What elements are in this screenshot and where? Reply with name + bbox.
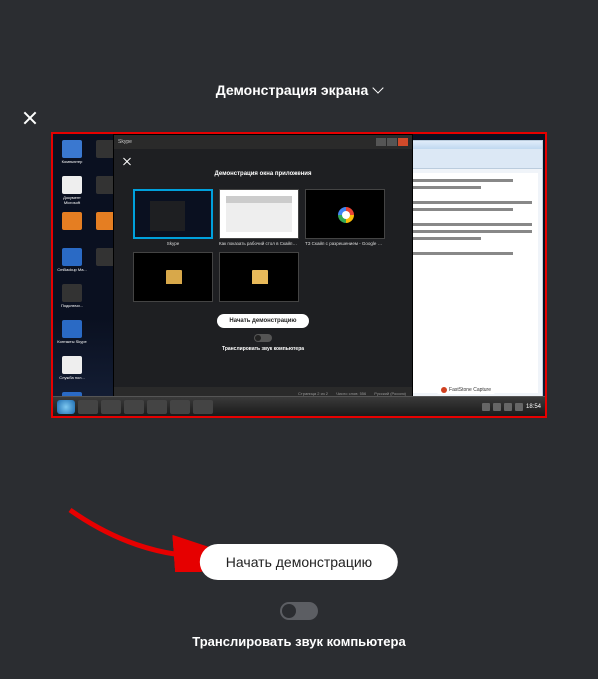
maximize-icon <box>387 138 397 146</box>
window-thumbnail: Как показать рабочий стол в Скайпе… <box>219 189 299 246</box>
taskbar-item <box>124 400 144 414</box>
window-thumbnail <box>219 252 299 304</box>
word-titlebar <box>394 141 542 149</box>
word-ribbon <box>394 149 542 169</box>
inner-audio-label: Транслировать звук компьютера <box>114 346 412 352</box>
window-thumbnail-grid: Skype Как показать рабочий стол в Скайпе… <box>133 189 393 304</box>
window-buttons <box>376 138 408 146</box>
audio-toggle-label: Транслировать звук компьютера <box>0 634 598 649</box>
tray-icon <box>482 403 490 411</box>
desktop-icon: Служба пол... <box>57 356 87 386</box>
close-window-icon <box>398 138 408 146</box>
capture-dot-icon <box>441 387 447 393</box>
desktop-icon: Компьютер <box>57 140 87 170</box>
skype-titlebar: Skype <box>114 135 412 149</box>
dialog-title: Демонстрация экрана <box>216 82 369 98</box>
taskbar-item <box>193 400 213 414</box>
taskbar-item <box>147 400 167 414</box>
close-icon[interactable] <box>22 110 38 126</box>
word-document-body <box>398 173 538 393</box>
taskbar-item <box>78 400 98 414</box>
dialog-title-row[interactable]: Демонстрация экрана <box>0 82 598 98</box>
skype-app-title: Skype <box>118 139 132 145</box>
taskbar-item <box>170 400 190 414</box>
desktop-icons-column-1: Компьютер Документ Microsoft CmBackup Ma… <box>57 140 89 418</box>
inner-close-icon <box>122 157 132 167</box>
tray-icon <box>515 403 523 411</box>
clock: 18:54 <box>526 404 541 410</box>
desktop-icon: Контакты Skype <box>57 320 87 350</box>
chevron-down-icon <box>373 82 384 93</box>
desktop-background: Компьютер Документ Microsoft CmBackup Ma… <box>53 134 545 416</box>
desktop-icon: Документ Microsoft <box>57 176 87 206</box>
screen-preview[interactable]: Компьютер Документ Microsoft CmBackup Ma… <box>51 132 547 418</box>
taskbar-item <box>101 400 121 414</box>
desktop-icon <box>57 212 87 242</box>
desktop-icon: Подключи... <box>57 284 87 314</box>
taskbar: 18:54 <box>53 396 545 416</box>
desktop-icon: CmBackup Ma... <box>57 248 87 278</box>
tray-icon <box>504 403 512 411</box>
inner-heading: Демонстрация окна приложения <box>114 171 412 177</box>
tray-icon <box>493 403 501 411</box>
skype-dialog-window: Skype Демонстрация окна приложения Skype… <box>113 134 413 400</box>
inner-audio-toggle <box>254 334 272 342</box>
system-tray: 18:54 <box>482 403 541 411</box>
start-sharing-button[interactable]: Начать демонстрацию <box>200 544 398 580</box>
word-window <box>393 140 543 398</box>
minimize-icon <box>376 138 386 146</box>
window-thumbnail: Skype <box>133 189 213 246</box>
window-thumbnail: ТЗ Скайп с разрешением - Google Докум… <box>305 189 385 246</box>
faststone-capture-badge: FastStone Capture <box>437 386 495 394</box>
window-thumbnail <box>133 252 213 304</box>
start-button-icon <box>57 400 75 414</box>
audio-toggle[interactable] <box>280 602 318 620</box>
inner-start-button: Начать демонстрацию <box>217 314 308 328</box>
